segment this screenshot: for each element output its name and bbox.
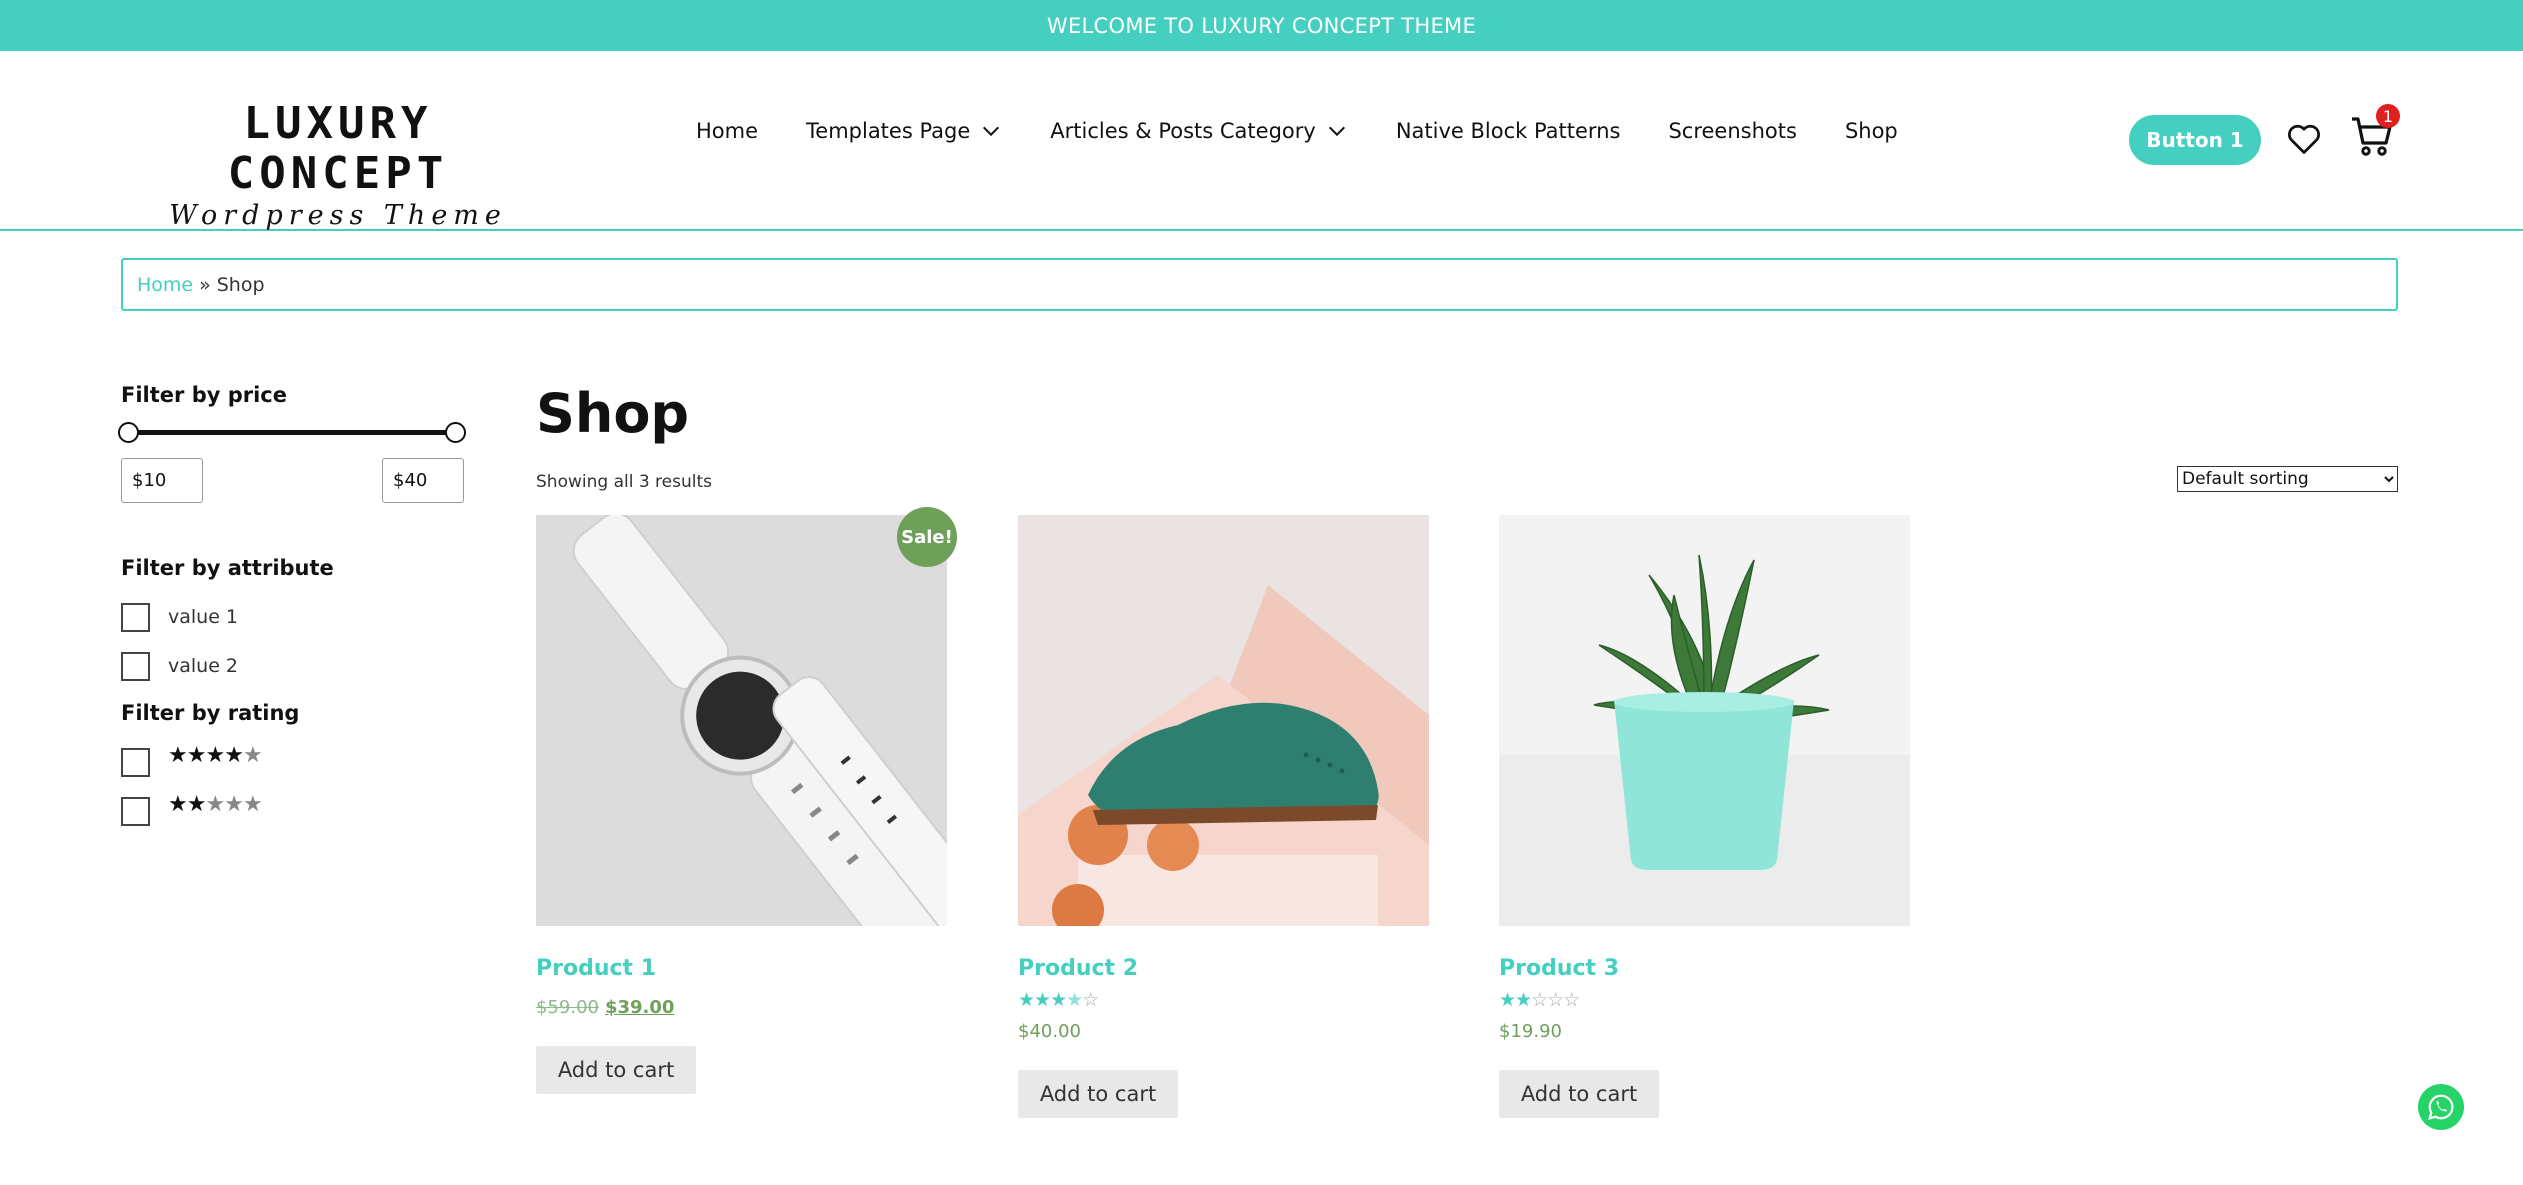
rating-checkbox[interactable] (121, 748, 150, 777)
logo-subtitle: Wordpress Theme (169, 200, 507, 231)
site-header: LUXURY CONCEPT Wordpress Theme Home Temp… (0, 51, 2523, 231)
star-icon: ★ (242, 743, 263, 768)
star-icon: ★ (205, 743, 225, 768)
nav-label: Screenshots (1668, 119, 1797, 143)
star-icon: ★ (205, 792, 225, 817)
whatsapp-button[interactable] (2418, 1084, 2464, 1130)
product-name[interactable]: Product 3 (1499, 956, 1910, 981)
star-icon: ☆ (1547, 989, 1564, 1011)
sort-select[interactable]: Default sorting (2177, 466, 2398, 492)
star-icon: ★ (186, 743, 207, 768)
star-icon: ☆ (1082, 989, 1099, 1011)
breadcrumb-current: Shop (216, 273, 265, 296)
rating-stars: ★★★★★ (168, 743, 263, 768)
site-logo[interactable]: LUXURY CONCEPT Wordpress Theme (128, 99, 548, 231)
star-icon: ★ (224, 743, 244, 768)
header-button[interactable]: Button 1 (2129, 115, 2261, 165)
filter-attribute-heading: Filter by attribute (121, 556, 334, 580)
product-old-price: $59.00 (536, 997, 599, 1018)
nav-label: Native Block Patterns (1395, 119, 1621, 143)
nav-item-templates-page[interactable]: Templates Page (806, 119, 1002, 143)
price-min-input[interactable] (121, 458, 203, 503)
rating-checkbox[interactable] (121, 797, 150, 826)
chevron-down-icon (1328, 126, 1345, 137)
nav-label: Shop (1844, 119, 1898, 143)
result-count: Showing all 3 results (536, 472, 713, 492)
attribute-checkbox[interactable] (121, 652, 150, 681)
product-price: $19.90 (1499, 1021, 1562, 1042)
sale-badge: Sale! (897, 507, 957, 567)
nav-item-articles[interactable]: Articles & Posts Category (1050, 119, 1348, 143)
star-icon: ★ (1499, 989, 1516, 1011)
add-to-cart-button[interactable]: Add to cart (1018, 1070, 1178, 1118)
main-nav: Home Templates Page Articles & Posts Cat… (696, 113, 1946, 149)
page-title: Shop (536, 382, 690, 445)
star-icon: ★ (224, 792, 244, 817)
star-icon: ★ (242, 792, 263, 817)
product-price: $59.00 $39.00 (536, 997, 947, 1018)
chevron-down-icon (983, 126, 1000, 137)
product-rating-stars: ★★☆☆☆ (1499, 989, 1910, 1011)
product-card: Sale! Product 1 $59.00 $39.00 Add to cart (536, 507, 957, 1094)
product-image-plant[interactable] (1499, 515, 1910, 926)
product-image-watch[interactable] (536, 515, 947, 926)
attribute-label: value 1 (168, 606, 239, 628)
nav-item-native-block-patterns[interactable]: Native Block Patterns (1396, 119, 1621, 143)
logo-title: LUXURY CONCEPT (227, 98, 449, 199)
nav-label: Templates Page (806, 119, 971, 143)
product-name[interactable]: Product 2 (1018, 956, 1429, 981)
nav-item-shop[interactable]: Shop (1845, 119, 1898, 143)
attribute-label: value 2 (168, 655, 239, 677)
filter-price-heading: Filter by price (121, 383, 288, 407)
attribute-checkbox[interactable] (121, 603, 150, 632)
star-icon: ★ (168, 743, 188, 768)
breadcrumb-home-link[interactable]: Home (137, 274, 193, 296)
star-icon: ★ (1018, 989, 1035, 1011)
price-max-input[interactable] (382, 458, 464, 503)
product-price: $40.00 (1018, 1021, 1081, 1042)
nav-item-home[interactable]: Home (696, 119, 758, 143)
nav-label: Articles & Posts Category (1050, 119, 1316, 143)
rating-stars: ★★★★★ (168, 792, 263, 817)
filter-rating-heading: Filter by rating (121, 701, 300, 725)
product-sale-price: $39.00 (604, 997, 675, 1018)
welcome-banner: WELCOME TO LUXURY CONCEPT THEME (0, 0, 2523, 51)
star-icon: ☆ (1563, 989, 1580, 1011)
star-icon: ★ (186, 792, 207, 817)
welcome-text: WELCOME TO LUXURY CONCEPT THEME (1046, 13, 1477, 38)
product-rating-stars: ★★★★☆ (1018, 989, 1429, 1011)
star-icon: ★ (1034, 989, 1051, 1011)
product-card: Product 2 ★★★★☆ $40.00 Add to cart (1018, 515, 1429, 1118)
add-to-cart-button[interactable]: Add to cart (1499, 1070, 1659, 1118)
price-slider-track[interactable] (128, 430, 456, 435)
star-icon: ★ (1515, 989, 1532, 1011)
breadcrumb: Home » Shop (121, 258, 2398, 311)
product-image-shoe[interactable] (1018, 515, 1429, 926)
heart-icon[interactable] (2286, 121, 2322, 157)
add-to-cart-button[interactable]: Add to cart (536, 1046, 696, 1094)
whatsapp-icon (2428, 1094, 2454, 1120)
nav-label: Home (696, 119, 759, 143)
price-slider-min-handle[interactable] (118, 422, 139, 443)
product-name[interactable]: Product 1 (536, 956, 947, 981)
breadcrumb-separator: » (199, 273, 211, 296)
cart-count-badge: 1 (2376, 104, 2400, 128)
star-icon: ☆ (1531, 989, 1548, 1011)
star-icon: ★ (1050, 989, 1067, 1011)
star-icon: ★ (1066, 989, 1083, 1011)
product-card: Product 3 ★★☆☆☆ $19.90 Add to cart (1499, 515, 1910, 1118)
nav-item-screenshots[interactable]: Screenshots (1668, 119, 1796, 143)
price-slider-max-handle[interactable] (445, 422, 466, 443)
star-icon: ★ (168, 792, 188, 817)
